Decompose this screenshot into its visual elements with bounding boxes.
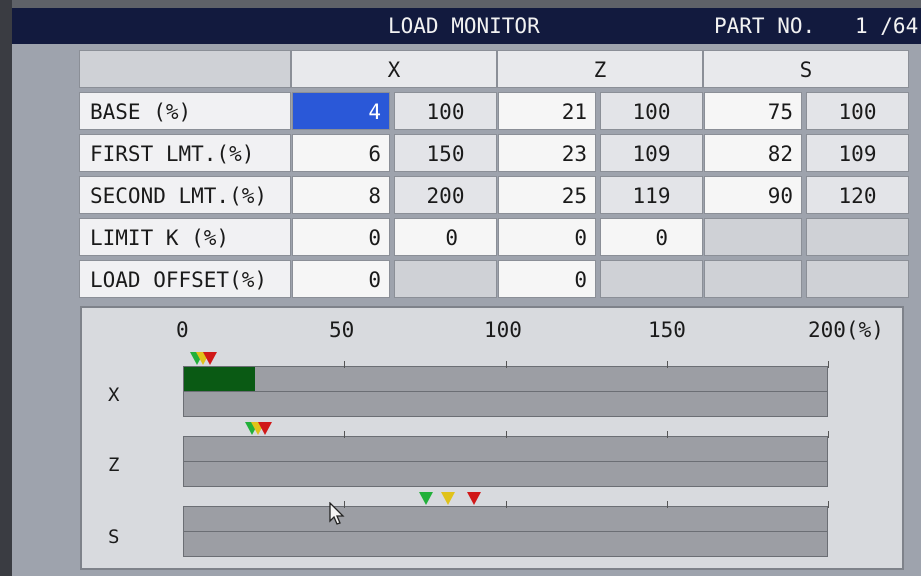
base-z-scale[interactable]: 100 [600,92,703,130]
second-limit-x-value[interactable]: 8 [292,176,390,214]
second-limit-s-scale[interactable]: 120 [806,176,909,214]
track-label-s: S [108,526,120,548]
load-track-z [183,422,829,487]
second-limit-marker-s [467,492,481,505]
scale-label-200: 200(%) [808,318,884,342]
first-limit-x-value[interactable]: 6 [292,134,390,172]
limit-k-x-scale[interactable]: 0 [394,218,497,256]
scale-label-0: 0 [176,318,189,342]
part-no-label: PART NO. [714,14,816,38]
scale-tick [506,501,507,508]
load-bar-graph: 0 50 100 150 200(%) X Z S [80,306,904,570]
track-label-x: X [108,384,120,406]
base-z-value[interactable]: 21 [498,92,596,130]
part-no-value: 1 /64 [855,14,919,38]
column-header-s: S [703,50,909,88]
base-x-value[interactable]: 4 [292,92,390,130]
load-offset-z-blank [600,260,703,298]
load-offset-s-value [704,260,802,298]
scale-tick [828,361,829,368]
base-s-scale[interactable]: 100 [806,92,909,130]
second-limit-z-scale[interactable]: 119 [600,176,703,214]
load-offset-s-blank [806,260,909,298]
second-limit-marker-x [203,352,217,365]
second-limit-marker-z [258,422,272,435]
limit-k-s-scale [806,218,909,256]
load-offset-x-blank [394,260,497,298]
screen-bezel [0,0,12,576]
scale-tick [667,501,668,508]
title-bar: LOAD MONITOR PART NO. 1 /64 [12,8,921,44]
limit-k-x-value[interactable]: 0 [292,218,390,256]
column-header-z: Z [497,50,703,88]
row-label-limit-k: LIMIT K (%) [79,218,291,256]
first-limit-marker-s [441,492,455,505]
base-x-scale[interactable]: 100 [394,92,497,130]
mouse-pointer-icon [329,502,345,525]
load-fill-x [184,367,255,391]
row-label-load-offset: LOAD OFFSET(%) [79,260,291,298]
second-limit-s-value[interactable]: 90 [704,176,802,214]
row-label-second-limit: SECOND LMT.(%) [79,176,291,214]
screen-title: LOAD MONITOR [388,14,540,38]
scale-tick [828,501,829,508]
scale-tick [828,431,829,438]
track-label-z: Z [108,454,120,476]
base-s-value[interactable]: 75 [704,92,802,130]
scale-label-150: 150 [648,318,686,342]
row-label-base: BASE (%) [79,92,291,130]
scale-tick [344,431,345,438]
limit-k-z-scale[interactable]: 0 [600,218,703,256]
scale-label-100: 100 [484,318,522,342]
load-track-s [183,492,829,557]
first-limit-s-scale[interactable]: 109 [806,134,909,172]
scale-tick [506,431,507,438]
load-offset-x-value[interactable]: 0 [292,260,390,298]
limit-k-z-value[interactable]: 0 [498,218,596,256]
load-offset-z-value[interactable]: 0 [498,260,596,298]
scale-label-50: 50 [329,318,355,342]
base-limit-marker-s [419,492,433,505]
first-limit-z-value[interactable]: 23 [498,134,596,172]
scale-tick [344,361,345,368]
second-limit-z-value[interactable]: 25 [498,176,596,214]
load-track-x [183,352,829,417]
first-limit-z-scale[interactable]: 109 [600,134,703,172]
row-label-first-limit: FIRST LMT.(%) [79,134,291,172]
scale-tick [667,431,668,438]
scale-tick [667,361,668,368]
table-corner [79,50,291,88]
column-header-x: X [291,50,497,88]
second-limit-x-scale[interactable]: 200 [394,176,497,214]
scale-tick [506,361,507,368]
first-limit-x-scale[interactable]: 150 [394,134,497,172]
first-limit-s-value[interactable]: 82 [704,134,802,172]
limit-k-s-value [704,218,802,256]
